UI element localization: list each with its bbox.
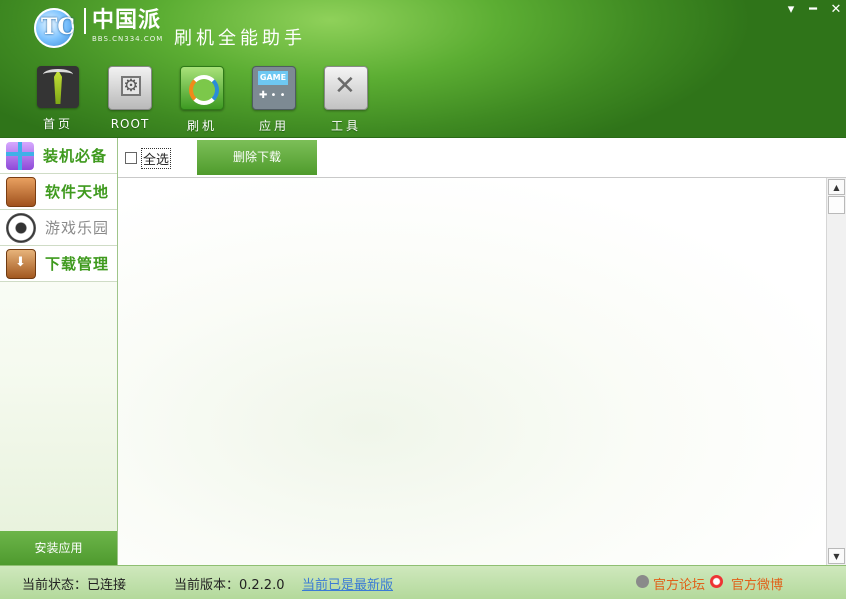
sidebar-item-downloads[interactable]: 下载管理 (0, 246, 117, 282)
logo-mark: TC (41, 14, 75, 40)
nav-apps-label: 应用 (258, 119, 289, 133)
nav-root[interactable]: ROOT (94, 66, 166, 134)
minimize-button[interactable]: ▾ (783, 3, 799, 17)
title-bar: TC 中国派 BBS.CN334.COM 刷机全能助手 ▾ ━ ✕ 首页 ROO… (0, 0, 846, 138)
sidebar-item-essentials[interactable]: 装机必备 (0, 138, 117, 174)
nav-home[interactable]: 首页 (22, 66, 94, 134)
sidebar-item-label: 装机必备 (43, 147, 108, 165)
official-weibo-link[interactable]: 官方微博 (731, 574, 783, 593)
root-gear-icon (108, 66, 152, 110)
game-device-icon (252, 66, 296, 110)
sidebar-item-games[interactable]: 游戏乐园 (0, 210, 117, 246)
forum-icon (636, 575, 649, 588)
delete-download-button[interactable]: 删除下载 (197, 140, 317, 175)
scroll-thumb[interactable] (828, 196, 845, 214)
install-app-button[interactable]: 安装应用 (0, 531, 117, 565)
nav-home-label: 首页 (42, 117, 73, 131)
nav-tools-label: 工具 (330, 119, 361, 133)
close-button[interactable]: ✕ (828, 3, 844, 17)
sidebar-item-software[interactable]: 软件天地 (0, 174, 117, 210)
status-bar: 当前状态：已连接 当前版本：0.2.2.0 当前已是最新版 官方论坛 官方微博 (0, 565, 846, 599)
update-status-link[interactable]: 当前已是最新版 (302, 574, 393, 593)
sidebar-item-label: 下载管理 (45, 255, 110, 273)
app-title: 刷机全能助手 (174, 28, 306, 49)
sidebar: 装机必备 软件天地 游戏乐园 下载管理 安装应用 (0, 138, 118, 565)
sidebar-item-label: 软件天地 (45, 183, 110, 201)
tools-icon (324, 66, 368, 110)
download-list (118, 178, 826, 565)
brand-name: 中国派 (84, 8, 163, 34)
briefcase-icon (6, 176, 36, 207)
sidebar-item-label: 游戏乐园 (45, 219, 110, 237)
maximize-button[interactable]: ━ (805, 3, 821, 17)
app-logo: TC (34, 8, 75, 48)
nav-flash-label: 刷机 (186, 119, 217, 133)
connection-status: 当前状态：已连接 (22, 578, 127, 593)
brand-url: BBS.CN334.COM (92, 35, 164, 43)
brand: 中国派 BBS.CN334.COM (84, 8, 163, 43)
vertical-scrollbar[interactable]: ▲ ▼ (826, 178, 846, 565)
home-tie-icon (37, 66, 79, 108)
nav-apps[interactable]: 应用 (238, 66, 310, 134)
flash-refresh-icon (180, 66, 224, 110)
version-text: 当前版本：0.2.2.0 (174, 578, 285, 593)
main-nav: 首页 ROOT 刷机 应用 工具 (22, 66, 382, 134)
nav-flash[interactable]: 刷机 (166, 66, 238, 134)
select-all-checkbox[interactable] (125, 152, 137, 164)
soccer-ball-icon (6, 212, 36, 243)
scroll-up-button[interactable]: ▲ (828, 179, 845, 195)
download-box-icon (6, 248, 36, 279)
scroll-down-button[interactable]: ▼ (828, 548, 845, 564)
download-toolbar: 全选 删除下载 (118, 138, 846, 178)
gift-box-icon (6, 141, 34, 170)
select-all-label[interactable]: 全选 (141, 148, 172, 169)
weibo-icon (710, 575, 723, 588)
nav-root-label: ROOT (110, 117, 150, 131)
nav-tools[interactable]: 工具 (310, 66, 382, 134)
official-forum-link[interactable]: 官方论坛 (653, 574, 705, 593)
